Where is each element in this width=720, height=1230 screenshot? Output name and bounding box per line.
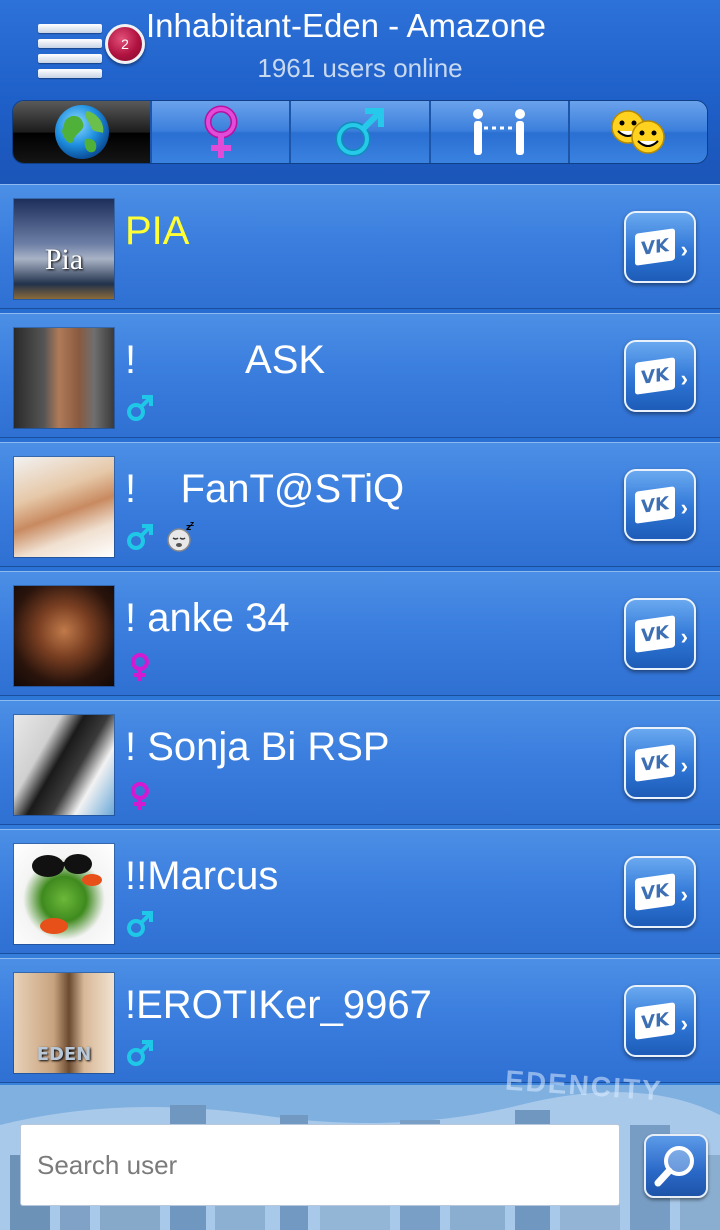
vk-logo-icon: VK (635, 1002, 675, 1040)
vk-logo-icon: VK (635, 873, 675, 911)
tab-friends[interactable] (569, 101, 707, 163)
avatar-caption: Pia (44, 243, 84, 276)
vk-profile-button[interactable]: VK › (624, 856, 696, 928)
menu-icon-bar (38, 39, 102, 48)
user-name: ! anke 34 (125, 596, 290, 640)
tab-female[interactable] (152, 101, 292, 163)
app-title: Inhabitant-Eden - Amazone (146, 7, 546, 44)
search-icon (654, 1146, 694, 1187)
vk-logo-icon: VK (635, 357, 675, 395)
arrow-right-icon: › (680, 366, 688, 391)
avatar-caption: EDEN (36, 1044, 92, 1065)
search-button[interactable] (644, 1134, 708, 1198)
user-row[interactable]: ! anke 34 VK › (0, 571, 720, 696)
avatar[interactable] (14, 715, 114, 815)
avatar-sunglasses-graphic (32, 854, 102, 934)
female-symbol-icon (131, 653, 149, 681)
tab-male[interactable] (291, 101, 431, 163)
globe-icon (54, 105, 109, 159)
female-symbol-icon (204, 105, 238, 158)
user-row[interactable]: ! FanT@STiQ z z VK › (0, 442, 720, 567)
vk-logo-icon: VK (635, 486, 675, 524)
vk-profile-button[interactable]: VK › (624, 469, 696, 541)
user-name: ! FanT@STiQ (125, 467, 405, 511)
avatar[interactable]: EDEN (14, 973, 114, 1073)
vk-profile-button[interactable]: VK › (624, 985, 696, 1057)
menu-icon-bar (38, 24, 102, 33)
user-row[interactable]: Pia PIA VK › (0, 184, 720, 309)
user-row[interactable]: EDEN !EROTIKer_9967 VK › (0, 958, 720, 1083)
search-input[interactable] (20, 1124, 620, 1206)
online-users-count: 1961 users online (257, 53, 463, 83)
smileys-icon (611, 110, 666, 154)
user-list: Pia PIA VK › ! ASK VK › ! FanT@STiQ z z … (0, 184, 720, 1087)
vk-profile-button[interactable]: VK › (624, 727, 696, 799)
user-row[interactable]: ! ASK VK › (0, 313, 720, 438)
vk-profile-button[interactable]: VK › (624, 340, 696, 412)
avatar[interactable] (14, 844, 114, 944)
filter-tabs (12, 100, 708, 164)
female-symbol-icon (131, 782, 149, 810)
app-header: 2 Inhabitant-Eden - Amazone 1961 users o… (0, 0, 720, 184)
avatar[interactable]: Pia (14, 199, 114, 299)
user-row[interactable]: ! Sonja Bi RSP VK › (0, 700, 720, 825)
male-symbol-icon (127, 911, 153, 937)
tab-all[interactable] (13, 101, 153, 163)
couple-icon (473, 109, 526, 155)
vk-profile-button[interactable]: VK › (624, 598, 696, 670)
user-name: !EROTIKer_9967 (125, 983, 432, 1027)
tab-couples[interactable] (430, 101, 570, 163)
male-symbol-icon (127, 395, 153, 421)
male-symbol-icon (335, 108, 384, 157)
arrow-right-icon: › (680, 1011, 688, 1036)
user-row[interactable]: !!Marcus VK › (0, 829, 720, 954)
user-name: !!Marcus (125, 854, 279, 898)
avatar[interactable] (14, 457, 114, 557)
avatar[interactable] (14, 328, 114, 428)
sleeping-face-icon: z z (167, 521, 194, 552)
user-name: ! ASK (125, 338, 326, 382)
arrow-right-icon: › (680, 237, 688, 262)
vk-logo-icon: VK (635, 615, 675, 653)
male-symbol-icon (127, 524, 153, 550)
vk-logo-icon: VK (635, 228, 675, 266)
vk-profile-button[interactable]: VK › (624, 211, 696, 283)
arrow-right-icon: › (680, 753, 688, 778)
arrow-right-icon: › (680, 882, 688, 907)
avatar[interactable] (14, 586, 114, 686)
svg-text:z: z (190, 521, 194, 528)
vk-logo-icon: VK (635, 744, 675, 782)
user-name: ! Sonja Bi RSP (125, 725, 390, 769)
arrow-right-icon: › (680, 624, 688, 649)
arrow-right-icon: › (680, 495, 688, 520)
male-symbol-icon (127, 1040, 153, 1066)
user-name: PIA (125, 209, 190, 253)
